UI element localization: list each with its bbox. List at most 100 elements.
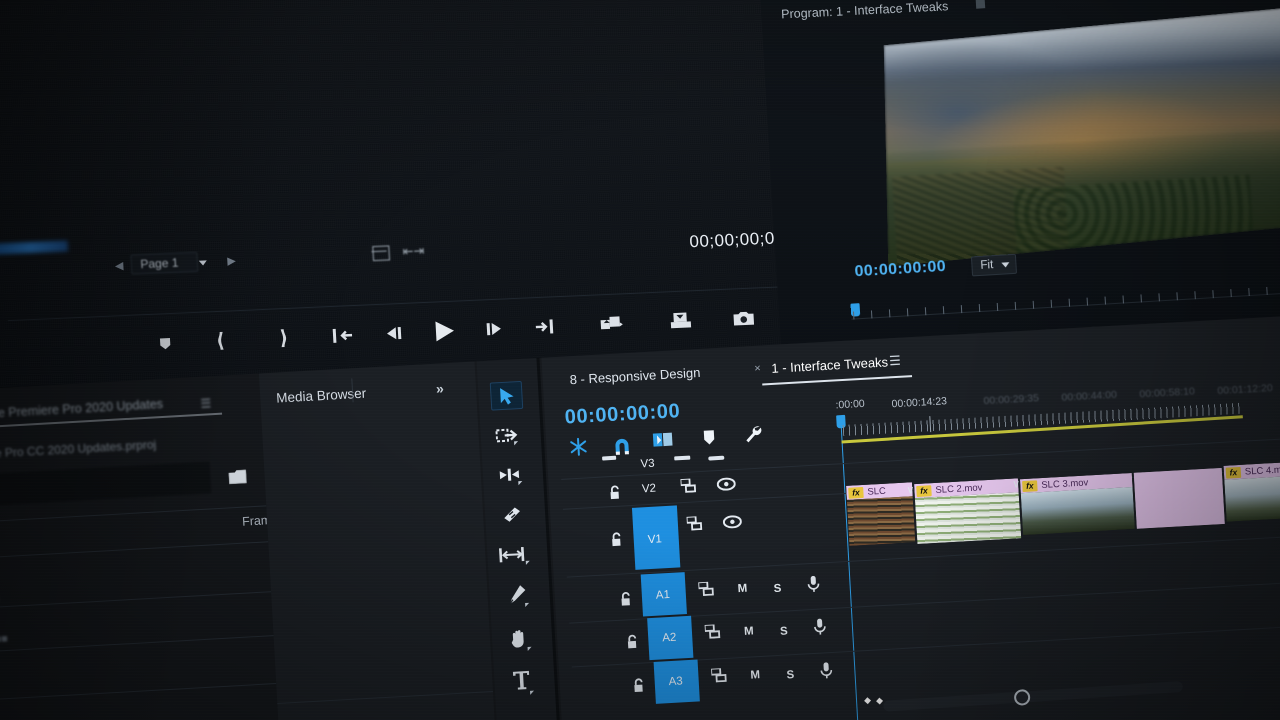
track-lock-v1-icon[interactable] xyxy=(610,532,623,551)
clip-thumbnail xyxy=(1133,467,1225,529)
chevron-down-icon[interactable] xyxy=(198,260,208,266)
program-monitor-title: Program: 1 - Interface Tweaks xyxy=(780,0,949,22)
track-label-a3[interactable]: A3 xyxy=(668,675,683,688)
clip-name: SLC 4.mov xyxy=(1244,463,1280,478)
mark-out-icon[interactable] xyxy=(248,328,317,349)
program-ruler-ticks xyxy=(852,281,1280,322)
page-prev-arrow[interactable]: ◀ xyxy=(115,259,124,272)
clip-name: SLC xyxy=(867,485,887,498)
track-label-v1[interactable]: V1 xyxy=(647,533,662,546)
tool-flyout-corner-icon[interactable] xyxy=(527,646,532,651)
step-back-icon[interactable] xyxy=(368,324,421,342)
program-monitor-video-frame xyxy=(874,6,1280,266)
media-browser-overflow-icon[interactable]: » xyxy=(436,380,445,396)
fx-badge-icon: fx xyxy=(848,486,864,499)
page-next-arrow[interactable]: ▶ xyxy=(227,254,236,267)
track-label-v3[interactable]: V3 xyxy=(640,458,655,471)
go-to-out-icon[interactable] xyxy=(517,317,574,335)
fx-badge-icon: fx xyxy=(1022,479,1038,492)
overwrite-icon[interactable] xyxy=(649,310,714,331)
clip-transition-marker-1[interactable]: ∨ xyxy=(906,483,915,496)
left-tab-highlight xyxy=(0,240,69,255)
tool-flyout-corner-icon[interactable] xyxy=(525,602,530,608)
track-solo-a3[interactable]: S xyxy=(786,669,794,681)
snap-to-markers-icon[interactable] xyxy=(567,435,590,458)
program-monitor-timecode[interactable]: 00:00:00:00 xyxy=(854,258,946,281)
ruler-label-0: :00:00 xyxy=(835,397,866,412)
track-output-v1-eye-icon[interactable] xyxy=(721,513,742,530)
track-output-v2-eye-icon[interactable] xyxy=(715,475,736,492)
selection-tool[interactable] xyxy=(489,380,524,411)
tool-flyout-corner-icon[interactable] xyxy=(525,560,530,565)
fx-badge-icon: fx xyxy=(1225,466,1242,479)
track-lock-a2-icon[interactable] xyxy=(626,634,639,653)
timeline-settings-wrench-icon[interactable] xyxy=(740,421,765,446)
sync-lock-a1-icon[interactable] xyxy=(697,580,718,597)
razor-tool[interactable] xyxy=(496,501,527,529)
clip-thumbnail xyxy=(1224,474,1280,522)
track-solo-a1[interactable]: S xyxy=(773,583,781,595)
play-stop-icon[interactable] xyxy=(419,318,470,344)
add-marker-icon[interactable] xyxy=(134,334,197,353)
slip-tool[interactable] xyxy=(497,541,528,569)
insert-icon[interactable] xyxy=(573,313,650,334)
program-monitor-panel: Program: 1 - Interface Tweaks 00:00:00:0… xyxy=(758,0,1280,371)
timeline-clip-2[interactable]: fx SLC 2.mov xyxy=(914,478,1022,545)
step-forward-icon[interactable] xyxy=(470,320,519,338)
track-label-a2[interactable]: A2 xyxy=(662,632,677,645)
sync-lock-v2-icon[interactable] xyxy=(679,477,700,494)
project-panel-menu-icon[interactable]: ☰ xyxy=(200,396,212,411)
page-selector[interactable]: ◀ Page 1 ▶ xyxy=(114,250,236,275)
timeline-clip-4[interactable] xyxy=(1133,467,1225,529)
keyframe-nav-icon[interactable]: ⇤⇥ xyxy=(402,243,425,260)
grid-view-icon[interactable] xyxy=(372,245,391,262)
voice-over-a2-mic-icon[interactable] xyxy=(811,617,828,636)
tool-flyout-corner-icon[interactable] xyxy=(530,690,535,695)
timeline-clip-1[interactable]: fx SLC xyxy=(846,482,916,546)
media-browser-panel xyxy=(258,361,498,720)
tool-flyout-corner-icon[interactable] xyxy=(514,441,519,446)
add-marker-icon[interactable] xyxy=(698,426,721,451)
magnet-snap-icon[interactable] xyxy=(609,433,634,458)
program-monitor-zoom-select[interactable]: Fit xyxy=(970,253,1017,277)
track-lock-v2-icon[interactable] xyxy=(609,485,622,504)
chevron-down-icon[interactable] xyxy=(1001,262,1010,268)
sync-lock-a3-icon[interactable] xyxy=(710,667,731,684)
toolbar-dash-1 xyxy=(602,455,617,461)
sync-lock-v1-icon[interactable] xyxy=(685,515,706,532)
timeline-clip-5[interactable]: fx SLC 4.mov xyxy=(1223,460,1280,522)
mark-in-icon[interactable] xyxy=(196,331,249,351)
clip-transition-marker-2[interactable]: ∨ xyxy=(1012,477,1021,490)
fx-badge-icon: fx xyxy=(916,484,932,497)
track-lock-a3-icon[interactable] xyxy=(632,677,645,696)
track-label-a1[interactable]: A1 xyxy=(656,589,671,602)
track-mute-a2[interactable]: M xyxy=(744,625,754,638)
track-select-forward-tool[interactable] xyxy=(492,421,523,449)
clip-thumbnail xyxy=(1020,486,1135,536)
premiere-pro-window: ◀ Page 1 ▶ ⇤⇥ 00;00;00;00 Program: 1 - I… xyxy=(0,0,1280,720)
source-transport-controls xyxy=(134,305,775,357)
export-frame-camera-icon[interactable] xyxy=(713,308,774,328)
sync-lock-a2-icon[interactable] xyxy=(704,623,725,640)
track-mute-a3[interactable]: M xyxy=(750,669,760,682)
source-timecode[interactable]: 00;00;00;00 xyxy=(689,228,785,252)
timeline-zoom-handle-right[interactable]: ◆ xyxy=(876,695,884,706)
voice-over-a1-mic-icon[interactable] xyxy=(805,574,822,593)
linked-selection-icon[interactable] xyxy=(651,428,676,453)
program-monitor-menu-icon[interactable] xyxy=(975,0,986,9)
page-selector-value[interactable]: Page 1 xyxy=(130,251,198,275)
go-to-in-icon[interactable] xyxy=(316,326,369,344)
timeline-zoom-handle-left[interactable]: ◆ xyxy=(864,695,872,706)
clip-thumbnail xyxy=(846,496,916,546)
tool-flyout-corner-icon[interactable] xyxy=(518,481,523,486)
voice-over-a3-mic-icon[interactable] xyxy=(818,661,835,680)
timeline-tab-close-icon[interactable]: × xyxy=(754,363,761,375)
timeline-panel-menu-icon[interactable]: ☰ xyxy=(889,353,903,370)
track-mute-a1[interactable]: M xyxy=(737,583,747,596)
clip-thumbnail xyxy=(914,492,1022,545)
program-monitor-zoom-value: Fit xyxy=(980,259,994,272)
timeline-clip-3[interactable]: fx SLC 3.mov xyxy=(1019,472,1135,536)
track-label-v2[interactable]: V2 xyxy=(642,483,657,496)
track-solo-a2[interactable]: S xyxy=(780,625,788,637)
track-lock-a1-icon[interactable] xyxy=(620,591,633,610)
